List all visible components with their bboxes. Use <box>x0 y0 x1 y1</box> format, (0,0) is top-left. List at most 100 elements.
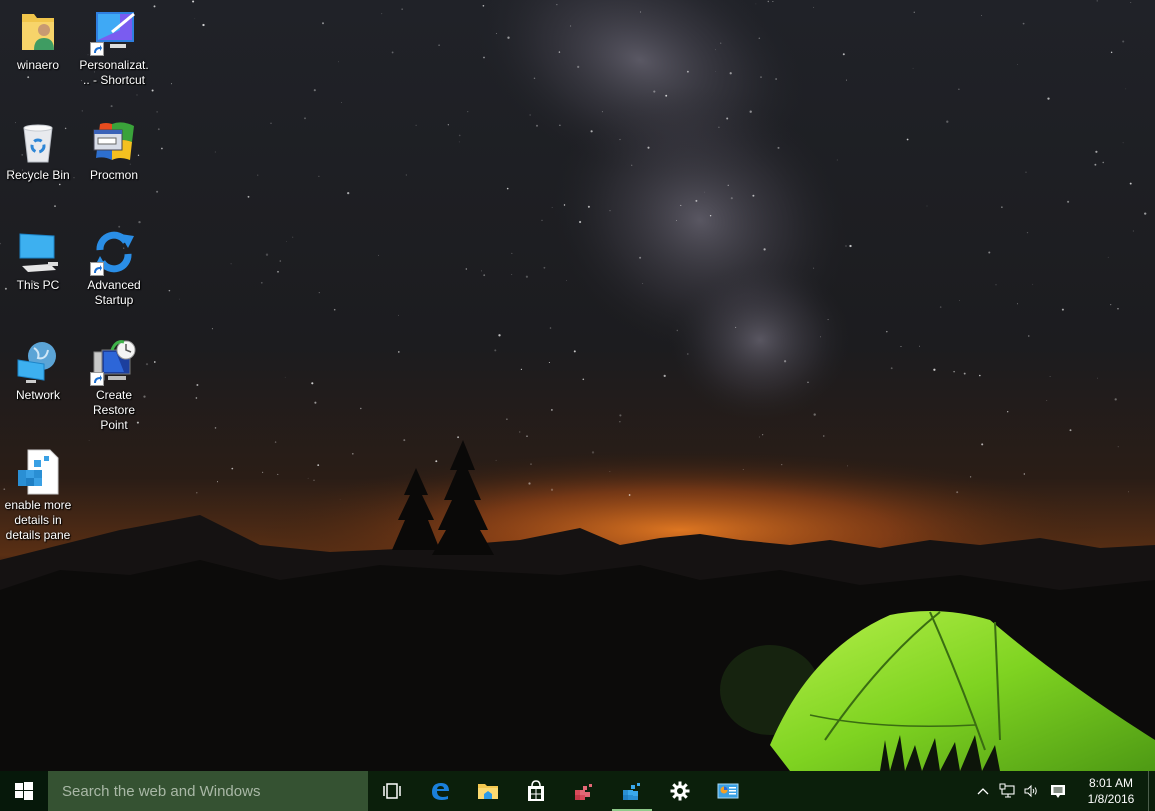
star <box>763 248 766 251</box>
star <box>926 205 928 207</box>
search-input[interactable] <box>60 781 368 801</box>
desktop-icon-network[interactable]: Network <box>0 338 76 403</box>
star <box>933 368 936 371</box>
star <box>314 401 317 404</box>
registry-cubes-blue-icon <box>623 783 640 800</box>
star <box>1022 22 1025 25</box>
star <box>906 138 909 141</box>
taskbar-app-registry-editor[interactable] <box>608 771 656 811</box>
star <box>192 0 195 3</box>
star <box>333 308 336 311</box>
star <box>1107 256 1109 258</box>
star <box>480 270 483 272</box>
task-view-icon <box>383 783 401 799</box>
star <box>317 464 320 466</box>
star <box>1061 308 1064 311</box>
star <box>755 3 757 5</box>
network-status-button[interactable] <box>995 771 1019 811</box>
star <box>194 18 196 20</box>
desktop-icon-label: enable more details in details pane <box>4 498 72 542</box>
star <box>526 435 528 438</box>
star <box>415 124 417 126</box>
star <box>161 147 163 150</box>
star <box>1049 376 1051 378</box>
star <box>506 418 508 420</box>
taskbar-app-control-panel[interactable] <box>704 771 752 811</box>
desktop-icon-label: Advanced Startup <box>87 278 141 307</box>
desktop-icon-personalization-shortcut[interactable]: Personalizat... - Shortcut <box>76 8 152 88</box>
star <box>919 345 920 347</box>
star <box>820 336 821 338</box>
taskbar-app-registry-red[interactable] <box>560 771 608 811</box>
task-view-button[interactable] <box>368 771 416 811</box>
star <box>318 175 320 177</box>
desktop-icon-recycle-bin[interactable]: Recycle Bin <box>0 118 76 183</box>
shortcut-arrow-icon <box>90 42 104 56</box>
star <box>1017 303 1018 305</box>
star <box>435 460 438 463</box>
taskbar-app-file-explorer[interactable] <box>464 771 512 811</box>
taskbar-app-settings[interactable] <box>656 771 704 811</box>
star <box>777 146 780 149</box>
start-button[interactable] <box>0 771 48 811</box>
star <box>963 372 966 375</box>
star <box>758 436 760 438</box>
star <box>196 492 198 494</box>
procmon-icon <box>90 118 138 166</box>
taskbar-spacer <box>752 771 971 811</box>
star <box>265 253 269 256</box>
star <box>647 146 650 149</box>
star <box>760 76 762 79</box>
star <box>939 306 942 308</box>
star <box>533 77 536 80</box>
star <box>836 159 838 161</box>
taskbar-app-edge[interactable] <box>416 771 464 811</box>
star <box>482 4 485 7</box>
star <box>457 436 460 439</box>
star <box>536 124 538 127</box>
star <box>381 13 383 15</box>
star <box>157 128 160 131</box>
star <box>735 326 737 328</box>
star <box>1096 0 1098 2</box>
star <box>550 488 554 491</box>
star <box>541 219 543 222</box>
taskbar-app-store[interactable] <box>512 771 560 811</box>
desktop-icon-advanced-startup[interactable]: Advanced Startup <box>76 228 152 308</box>
star <box>398 314 399 316</box>
star <box>458 141 460 143</box>
desktop-icon-label: This PC <box>16 278 60 292</box>
star <box>953 370 955 373</box>
desktop-icon-procmon[interactable]: Procmon <box>76 118 152 183</box>
desktop-icon-this-pc[interactable]: This PC <box>0 228 76 293</box>
clock[interactable]: 8:01 AM 1/8/2016 <box>1077 775 1145 807</box>
star <box>307 477 309 479</box>
star <box>558 51 561 53</box>
desktop-icon-create-restore-point[interactable]: Create Restore Point <box>76 338 152 433</box>
star <box>81 110 83 112</box>
star <box>339 498 341 500</box>
star <box>520 368 523 370</box>
volume-button[interactable] <box>1019 771 1043 811</box>
show-hidden-icons-button[interactable] <box>971 771 995 811</box>
action-center-button[interactable] <box>1043 771 1073 811</box>
star <box>391 51 394 54</box>
star <box>742 469 744 470</box>
star <box>279 260 282 262</box>
search-box[interactable] <box>48 771 368 811</box>
star <box>958 88 960 90</box>
desktop-icon-label: Create Restore Point <box>92 388 136 432</box>
star <box>543 266 546 269</box>
star <box>195 397 198 399</box>
star <box>216 481 219 483</box>
star <box>179 298 180 300</box>
star <box>549 327 552 329</box>
star <box>138 220 141 224</box>
desktop-icon-registry-file[interactable]: enable more details in details pane <box>0 448 76 543</box>
star <box>214 427 217 429</box>
star <box>507 36 510 39</box>
star <box>54 205 56 208</box>
desktop-icon-winaero[interactable]: winaero <box>0 8 76 73</box>
star <box>59 183 61 186</box>
show-desktop-button[interactable] <box>1148 771 1155 811</box>
